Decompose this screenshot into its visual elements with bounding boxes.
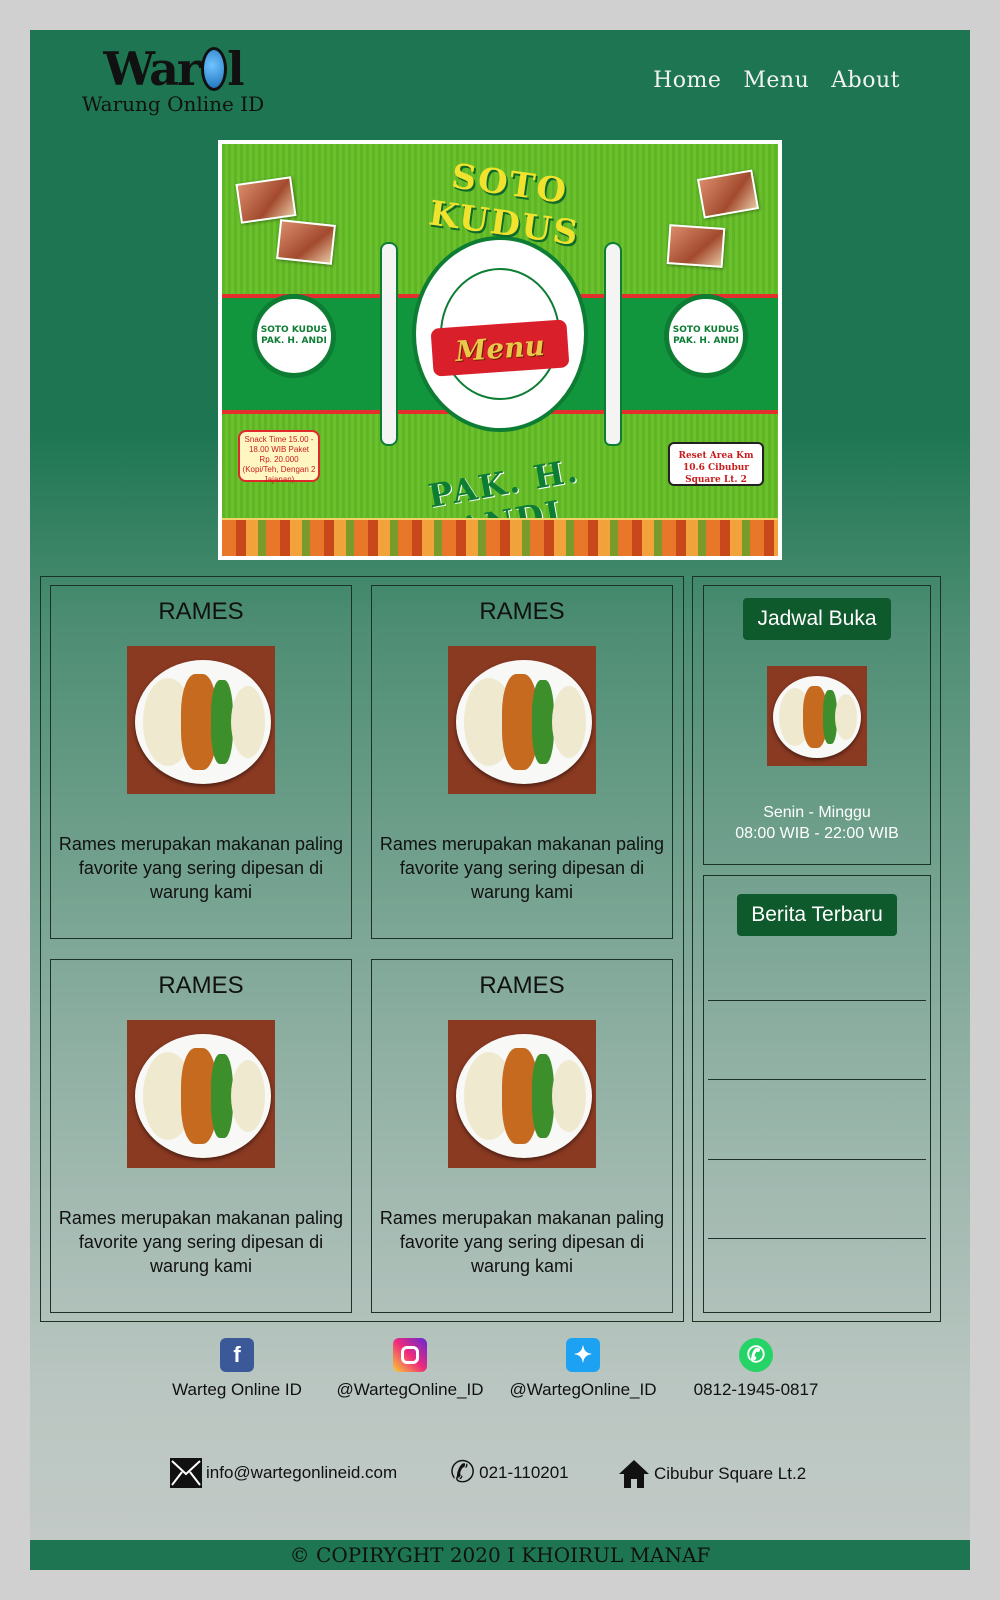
news-title-button[interactable]: Berita Terbaru xyxy=(737,894,897,936)
home-icon xyxy=(618,1458,650,1490)
address-text: Cibubur Square Lt.2 xyxy=(654,1464,807,1483)
news-divider xyxy=(708,1079,926,1080)
food-photo xyxy=(235,176,297,224)
food-photo xyxy=(666,224,726,268)
news-divider xyxy=(708,1159,926,1160)
twitter-icon: ✦ xyxy=(566,1338,600,1372)
facebook-icon: f xyxy=(220,1338,254,1372)
menu-card-title: RAMES xyxy=(479,598,565,625)
logo-text: War xyxy=(103,42,201,96)
food-photo xyxy=(276,219,336,265)
address-contact[interactable]: Cibubur Square Lt.2 xyxy=(618,1458,806,1490)
autumn-leaves-decoration xyxy=(222,518,778,556)
nav-home-link[interactable]: Home xyxy=(653,68,721,93)
facebook-label: Warteg Online ID xyxy=(172,1380,302,1399)
twitter-label: @WartegOnline_ID xyxy=(509,1380,657,1399)
schedule-card: Jadwal Buka Senin - Minggu 08:00 WIB - 2… xyxy=(703,585,931,865)
brand-seal: SOTO KUDUS PAK. H. ANDI xyxy=(664,294,748,378)
menu-card-image xyxy=(448,1020,596,1168)
news-divider xyxy=(708,1000,926,1001)
fork-icon xyxy=(382,244,396,444)
menu-banner: SOTO KUDUS PAK. H. ANDI SOTO KUDUS PAK. … xyxy=(218,140,782,560)
sidebar: Jadwal Buka Senin - Minggu 08:00 WIB - 2… xyxy=(692,576,941,1322)
whatsapp-link[interactable]: ✆ 0812-1945-0817 xyxy=(676,1338,836,1400)
page-container: War l Warung Online ID Home Menu About SO… xyxy=(30,30,970,1570)
nav-menu-link[interactable]: Menu xyxy=(743,68,809,93)
nav-about-link[interactable]: About xyxy=(831,68,900,93)
schedule-title-button[interactable]: Jadwal Buka xyxy=(743,598,891,640)
logo-text-tail: l xyxy=(227,42,245,96)
main-nav: Home Menu About xyxy=(653,68,900,93)
menu-card-description: Rames merupakan makanan paling favorite … xyxy=(58,834,344,902)
menu-card-description: Rames merupakan makanan paling favorite … xyxy=(379,834,665,902)
copyright-bar: © COPIRYGHT 2020 I KHOIRUL MANAF xyxy=(30,1540,970,1570)
menu-card[interactable]: RAMES Rames merupakan makanan paling fav… xyxy=(50,959,352,1313)
menu-card[interactable]: RAMES Rames merupakan makanan paling fav… xyxy=(371,959,673,1313)
schedule-hours: 08:00 WIB - 22:00 WIB xyxy=(735,825,899,842)
logo-wordmark: War l xyxy=(103,40,245,98)
menu-ribbon-label: Menu xyxy=(454,328,546,368)
instagram-icon xyxy=(393,1338,427,1372)
banner-artwork: SOTO KUDUS PAK. H. ANDI SOTO KUDUS PAK. … xyxy=(222,144,778,556)
mail-icon xyxy=(170,1458,202,1488)
menu-card-title: RAMES xyxy=(158,598,244,625)
address-badge: Reset Area Km 10.6 Cibubur Square Lt. 2 xyxy=(668,442,764,486)
menu-card[interactable]: RAMES Rames merupakan makanan paling fav… xyxy=(371,585,673,939)
facebook-link[interactable]: f Warteg Online ID xyxy=(157,1338,317,1400)
schedule-days: Senin - Minggu xyxy=(763,804,871,821)
twitter-link[interactable]: ✦ @WartegOnline_ID xyxy=(503,1338,663,1400)
menu-ribbon: Menu xyxy=(430,319,570,377)
menu-card[interactable]: RAMES Rames merupakan makanan paling fav… xyxy=(50,585,352,939)
menu-card-image xyxy=(448,646,596,794)
email-text: info@wartegonlineid.com xyxy=(206,1463,398,1482)
schedule-image xyxy=(767,666,867,766)
email-contact[interactable]: info@wartegonlineid.com xyxy=(170,1458,397,1488)
menu-grid: RAMES Rames merupakan makanan paling fav… xyxy=(40,576,684,1322)
site-logo[interactable]: War l Warung Online ID xyxy=(68,40,278,116)
whatsapp-icon: ✆ xyxy=(739,1338,773,1372)
menu-card-image xyxy=(127,1020,275,1168)
globe-icon xyxy=(201,47,228,91)
menu-card-description: Rames merupakan makanan paling favorite … xyxy=(58,1208,344,1276)
menu-card-title: RAMES xyxy=(158,972,244,999)
knife-icon xyxy=(606,244,620,444)
menu-card-description: Rames merupakan makanan paling favorite … xyxy=(379,1208,665,1276)
menu-card-title: RAMES xyxy=(479,972,565,999)
phone-text: 021-110201 xyxy=(479,1463,569,1482)
banner-title: SOTO KUDUS xyxy=(426,156,583,255)
instagram-link[interactable]: @WartegOnline_ID xyxy=(330,1338,490,1400)
menu-card-image xyxy=(127,646,275,794)
phone-icon: ✆ xyxy=(450,1456,476,1489)
snack-time-badge: Snack Time 15.00 - 18.00 WIB Paket Rp. 2… xyxy=(238,430,320,484)
logo-subtitle: Warung Online ID xyxy=(81,92,265,116)
news-card: Berita Terbaru xyxy=(703,875,931,1313)
whatsapp-label: 0812-1945-0817 xyxy=(693,1380,819,1399)
phone-contact[interactable]: ✆ 021-110201 xyxy=(450,1458,569,1488)
food-photo xyxy=(696,169,760,219)
news-divider xyxy=(708,1238,926,1239)
brand-seal: SOTO KUDUS PAK. H. ANDI xyxy=(252,294,336,378)
instagram-label: @WartegOnline_ID xyxy=(336,1380,484,1399)
